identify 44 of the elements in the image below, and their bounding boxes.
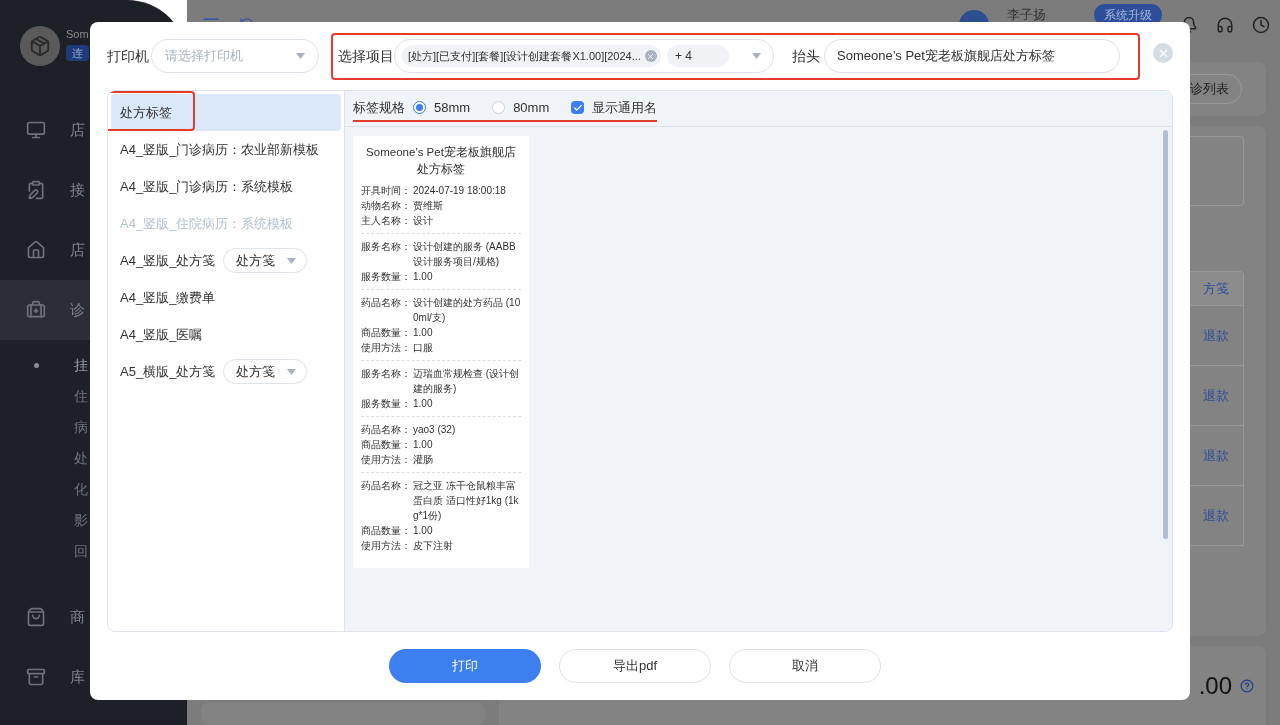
field-value: 1.00 [413,326,433,340]
field-value: 冠之亚 冻干仓鼠粮丰富蛋白质 适口性好1kg (1kg*1份) [413,479,520,523]
field-label: 服务数量： [361,397,412,411]
field-label: 使用方法： [361,341,412,355]
user-name: Som [66,27,89,42]
field-value: yao3 (32) [413,423,456,437]
field-value: 灌肠 [413,453,433,467]
more-count: + 4 [666,45,729,67]
field-value: 口服 [413,341,433,355]
field-value: 迈瑞血常规检查 (设计创建的服务) [413,367,521,396]
heading-label: 抬头 [792,46,821,66]
field-value: 皮下注射 [413,539,453,553]
field-label: 服务数量： [361,270,412,284]
field-value: 1.00 [413,524,433,538]
field-label: 使用方法： [361,453,412,467]
user-name: 李子扬 [1007,6,1046,25]
field-label: 使用方法： [361,539,412,553]
field-label: 药品名称： [361,479,412,493]
field-value: 贾维斯 [413,199,443,213]
spec-label: 标签规格 [353,98,405,117]
preview-title: 处方标签 [416,162,466,177]
field-label: 商品数量： [361,524,412,538]
field-label: 动物名称： [361,199,412,213]
printer-label: 打印机 [107,46,150,66]
preview-title: Someone’s Pet宠老板旗舰店 [365,145,517,160]
field-value: 2024-07-19 18:00:18 [413,184,506,198]
item-tag: [处方][已支付][套餐][设计创建套餐X1.00][2024... [402,45,661,67]
field-label: 商品数量： [361,438,412,452]
field-label: 药品名称： [361,296,412,310]
field-label: 开具时间： [361,184,412,198]
field-value: 设计 [413,214,433,228]
field-value: 1.00 [413,438,433,452]
field-label: 服务名称： [361,367,412,381]
field-value: 1.00 [413,397,433,411]
field-value: 1.00 [413,270,433,284]
field-label: 商品数量： [361,326,412,340]
field-value: 设计创建的处方药品 (100ml/支) [413,296,521,325]
status-badge: 连 [66,44,89,61]
total-amount: .00 [1198,670,1232,701]
field-label: 主人名称： [361,214,412,228]
field-label: 药品名称： [361,423,412,437]
items-label: 选择项目 [338,46,394,66]
field-label: 服务名称： [361,240,412,254]
field-value: 设计创建的服务 (AABB设计服务项目/规格) [413,240,517,269]
